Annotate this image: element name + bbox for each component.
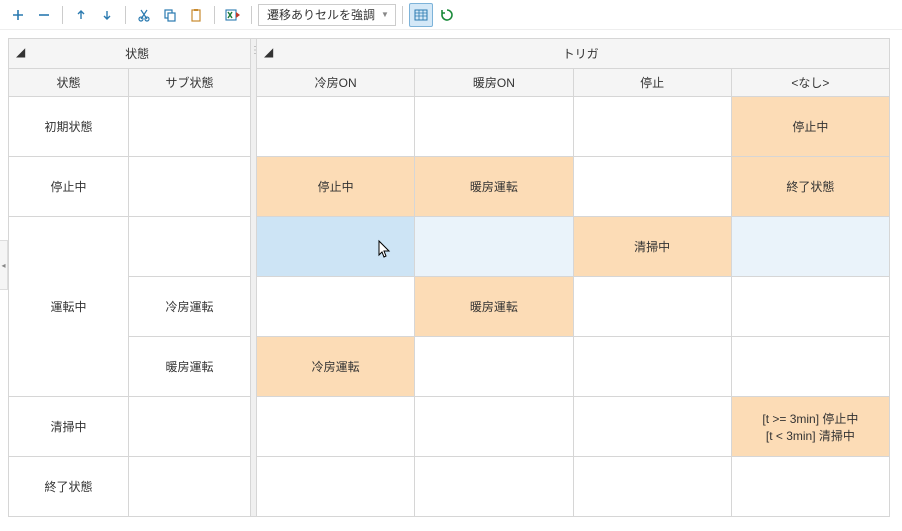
corner-collapse-icon: ◢: [264, 45, 273, 59]
table-row: 終了状態: [9, 457, 890, 517]
separator: [214, 6, 215, 24]
transition-cell[interactable]: 停止中: [731, 97, 889, 157]
trigger-group-header[interactable]: ◢ トリガ: [257, 39, 890, 69]
substate-cell[interactable]: 冷房運転: [129, 277, 251, 337]
transition-cell-selected[interactable]: [257, 217, 415, 277]
table-row: 冷房運転 暖房運転: [9, 277, 890, 337]
state-cell[interactable]: 終了状態: [9, 457, 129, 517]
transition-cell[interactable]: 停止中: [257, 157, 415, 217]
substate-cell[interactable]: 暖房運転: [129, 337, 251, 397]
transition-cell[interactable]: [257, 277, 415, 337]
copy-button[interactable]: [158, 3, 182, 27]
transition-cell[interactable]: [731, 217, 889, 277]
transition-cell[interactable]: [257, 397, 415, 457]
transition-cell[interactable]: [415, 337, 573, 397]
cut-button[interactable]: [132, 3, 156, 27]
transition-cell[interactable]: [573, 277, 731, 337]
transition-cell[interactable]: [257, 457, 415, 517]
state-cell[interactable]: 運転中: [9, 217, 129, 397]
move-down-button[interactable]: [95, 3, 119, 27]
add-button[interactable]: [6, 3, 30, 27]
remove-button[interactable]: [32, 3, 56, 27]
transition-cell[interactable]: [415, 457, 573, 517]
toolbar: 遷移ありセルを強調 ▼: [0, 0, 902, 30]
transition-cell[interactable]: [257, 97, 415, 157]
transition-cell[interactable]: [731, 337, 889, 397]
cool-on-header[interactable]: 冷房ON: [257, 69, 415, 97]
substate-cell[interactable]: [129, 457, 251, 517]
state-header[interactable]: 状態: [9, 69, 129, 97]
highlight-mode-dropdown[interactable]: 遷移ありセルを強調 ▼: [258, 4, 396, 26]
none-header[interactable]: <なし>: [731, 69, 889, 97]
transition-cell[interactable]: [573, 337, 731, 397]
transition-cell[interactable]: 清掃中: [573, 217, 731, 277]
table-row: 初期状態 停止中: [9, 97, 890, 157]
transition-cell[interactable]: [415, 397, 573, 457]
transition-cell[interactable]: 終了状態: [731, 157, 889, 217]
paste-button[interactable]: [184, 3, 208, 27]
transition-cell[interactable]: [573, 97, 731, 157]
substate-cell[interactable]: [129, 397, 251, 457]
state-cell[interactable]: 初期状態: [9, 97, 129, 157]
refresh-button[interactable]: [435, 3, 459, 27]
cursor-icon: [377, 239, 393, 259]
transition-cell[interactable]: [731, 277, 889, 337]
table-row: 停止中 停止中 暖房運転 終了状態: [9, 157, 890, 217]
transition-cell[interactable]: 暖房運転: [415, 157, 573, 217]
grid-view-toggle[interactable]: [409, 3, 433, 27]
separator: [62, 6, 63, 24]
table-row: 清掃中 [t >= 3min] 停止中 [t < 3min] 清掃中: [9, 397, 890, 457]
state-transition-table: ◢ 状態 ◢ トリガ 状態 サブ状態 冷房ON 暖房ON 停止 <なし> 初期状…: [8, 38, 890, 517]
export-excel-button[interactable]: [221, 3, 245, 27]
substate-cell[interactable]: [129, 157, 251, 217]
transition-cell[interactable]: [t >= 3min] 停止中 [t < 3min] 清掃中: [731, 397, 889, 457]
move-up-button[interactable]: [69, 3, 93, 27]
corner-collapse-icon: ◢: [16, 45, 25, 59]
separator: [402, 6, 403, 24]
substate-cell[interactable]: [129, 97, 251, 157]
state-cell[interactable]: 停止中: [9, 157, 129, 217]
state-cell[interactable]: 清掃中: [9, 397, 129, 457]
transition-cell[interactable]: 冷房運転: [257, 337, 415, 397]
substate-cell[interactable]: [129, 217, 251, 277]
transition-cell[interactable]: [415, 217, 573, 277]
separator: [251, 6, 252, 24]
separator: [125, 6, 126, 24]
state-group-header[interactable]: ◢ 状態: [9, 39, 251, 69]
column-splitter[interactable]: [251, 39, 257, 517]
substate-header[interactable]: サブ状態: [129, 69, 251, 97]
transition-cell[interactable]: [573, 397, 731, 457]
transition-cell[interactable]: [573, 457, 731, 517]
table-row: 運転中 清掃中: [9, 217, 890, 277]
collapse-handle[interactable]: ◂: [0, 240, 8, 290]
stop-header[interactable]: 停止: [573, 69, 731, 97]
transition-cell[interactable]: [573, 157, 731, 217]
transition-cell[interactable]: [415, 97, 573, 157]
transition-cell[interactable]: [731, 457, 889, 517]
dropdown-label: 遷移ありセルを強調: [267, 6, 375, 23]
transition-cell[interactable]: 暖房運転: [415, 277, 573, 337]
table-row: 暖房運転 冷房運転: [9, 337, 890, 397]
chevron-down-icon: ▼: [381, 10, 389, 19]
heat-on-header[interactable]: 暖房ON: [415, 69, 573, 97]
